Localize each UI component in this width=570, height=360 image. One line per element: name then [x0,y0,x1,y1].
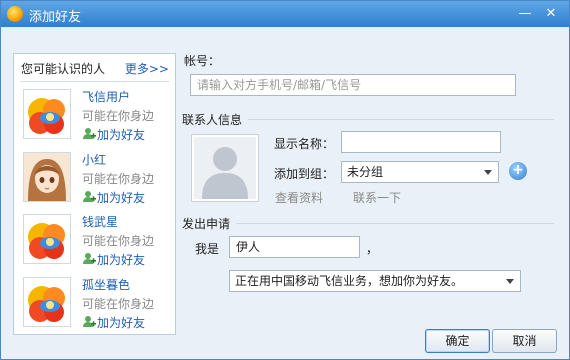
section-divider [248,119,554,120]
add-friend-link[interactable]: 加为好友 [82,251,145,268]
contact-name[interactable]: 孤坐暮色 [82,276,130,293]
add-friend-dialog: 添加好友 — ✕ 您可能认识的人 更多>> 飞信用户 可能在你身边 加为好友 小… [0,0,570,360]
view-profile-link[interactable]: 查看资料 [275,189,323,206]
contact-subtitle: 可能在你身边 [82,172,155,186]
display-name-field[interactable] [341,131,501,153]
anime-girl-avatar-icon[interactable] [23,152,71,202]
account-input[interactable]: 请输入对方手机号/邮箱/飞信号 [190,74,516,96]
window-title: 添加好友 [29,10,82,25]
suggested-contacts-panel: 您可能认识的人 更多>> 飞信用户 可能在你身边 加为好友 小红 可能在你身边 … [13,53,176,335]
suggested-contact: 小红 可能在你身边 加为好友 [23,152,171,208]
more-link[interactable]: 更多>> [125,60,169,77]
add-user-icon [83,191,96,202]
minimize-icon[interactable]: — [515,5,535,23]
display-name-label: 显示名称： [274,137,335,151]
suggested-contact: 飞信用户 可能在你身边 加为好友 [23,89,171,145]
add-user-icon [83,316,96,327]
chevron-down-icon [484,170,492,175]
request-heading: 发出申请 [182,217,231,231]
add-user-icon [83,128,96,139]
close-icon[interactable]: ✕ [541,5,561,23]
add-friend-label: 加为好友 [97,316,146,330]
suggested-contact: 孤坐暮色 可能在你身边 加为好友 [23,277,171,333]
cancel-button[interactable]: 取消 [492,329,557,353]
comma-text: ， [366,242,379,256]
section-divider [236,223,554,224]
default-person-icon [191,134,259,202]
add-group-button[interactable]: + [509,162,527,180]
title-bar[interactable]: 添加好友 — ✕ [1,1,569,27]
add-friend-label: 加为好友 [97,191,146,205]
group-select-value: 未分组 [347,165,384,179]
contact-subtitle: 可能在你身边 [82,109,155,123]
request-message-value: 正在用中国移动飞信业务，想加你为好友。 [235,274,464,288]
add-friend-link[interactable]: 加为好友 [82,126,145,143]
contact-name[interactable]: 飞信用户 [82,88,130,105]
add-friend-link[interactable]: 加为好友 [82,189,145,206]
group-label: 添加到组： [274,167,335,181]
group-select[interactable]: 未分组 [341,161,499,183]
contact-subtitle: 可能在你身边 [82,297,155,311]
suggested-contacts-title: 您可能认识的人 [21,62,106,76]
chevron-down-icon [506,279,514,284]
add-friend-label: 加为好友 [97,128,146,142]
default-flower-avatar-icon[interactable] [23,89,71,139]
account-label: 帐号： [184,54,221,68]
divider [20,81,169,82]
add-friend-label: 加为好友 [97,253,146,267]
default-flower-avatar-icon[interactable] [23,277,71,327]
suggested-contact: 钱武星 可能在你身边 加为好友 [23,214,171,270]
contact-name[interactable]: 钱武星 [82,213,118,230]
contact-once-link[interactable]: 联系一下 [353,189,401,206]
contact-info-heading: 联系人信息 [182,113,243,127]
contact-subtitle: 可能在你身边 [82,234,155,248]
contact-name[interactable]: 小红 [82,151,106,168]
default-flower-avatar-icon[interactable] [23,214,71,264]
ok-button[interactable]: 确定 [425,329,490,353]
i-am-field[interactable]: 伊人 [229,236,360,258]
request-message-select[interactable]: 正在用中国移动飞信业务，想加你为好友。 [229,270,521,292]
add-user-icon [83,253,96,264]
i-am-label: 我是 [195,242,220,256]
fetion-app-icon [7,6,23,22]
add-friend-link[interactable]: 加为好友 [82,314,145,331]
